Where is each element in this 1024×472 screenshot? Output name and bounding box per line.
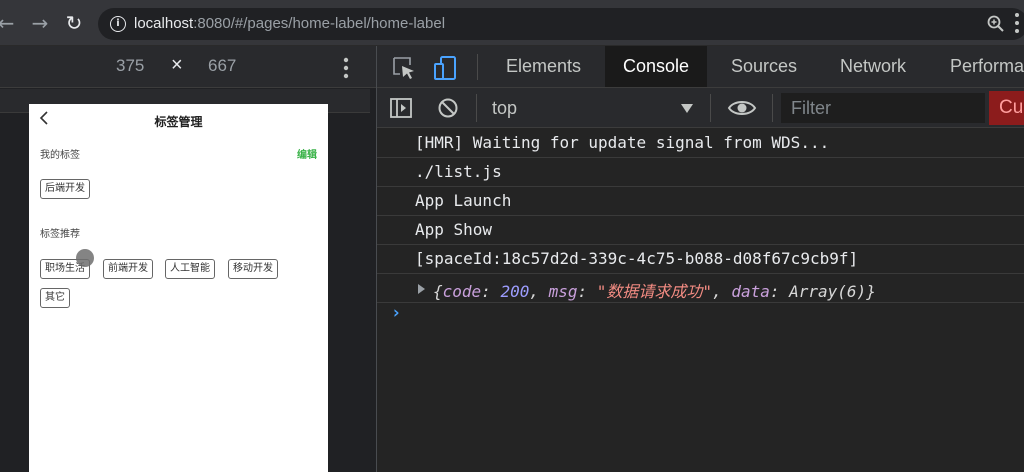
context-selector[interactable]: top — [485, 92, 705, 124]
touch-cursor-indicator — [76, 249, 94, 267]
url-path: :8080/#/pages/home-label/home-label — [193, 15, 446, 32]
tab-network[interactable]: Network — [822, 46, 924, 87]
device-height[interactable]: 667 — [208, 56, 236, 76]
reload-icon[interactable]: ↻ — [62, 11, 86, 35]
dimension-separator: × — [171, 54, 183, 76]
address-bar[interactable]: i localhost:8080/#/pages/home-label/home… — [98, 8, 1024, 40]
recommend-tag[interactable]: 其它 — [40, 288, 70, 308]
forward-arrow-icon[interactable]: → — [28, 11, 52, 35]
tab-console[interactable]: Console — [605, 46, 708, 87]
edit-button[interactable]: 编辑 — [297, 146, 317, 161]
object-key: data — [731, 282, 770, 301]
toolbar-divider — [476, 94, 477, 122]
recommend-tags-title: 标签推荐 — [40, 229, 80, 240]
devtools-panel: Elements Console Sources Network Perform… — [377, 46, 1024, 472]
context-label: top — [492, 98, 518, 118]
console-sidebar-icon[interactable] — [389, 96, 413, 120]
my-tag[interactable]: 后端开发 — [40, 179, 90, 199]
log-text: App Show — [415, 220, 493, 239]
custom-levels-button[interactable]: Cu — [989, 91, 1024, 125]
log-text: [spaceId:18c57d2d-339c-4c75-b088-d08f67c… — [415, 249, 859, 268]
filter-input[interactable] — [781, 93, 985, 123]
object-brace: } — [866, 282, 876, 301]
toolbar-divider — [477, 54, 478, 80]
url-host: localhost — [134, 15, 194, 32]
console-log-line: ./list.js — [377, 158, 1024, 187]
console-object-line[interactable]: {code: 200, msg: "数据请求成功", data: Array(6… — [377, 274, 1024, 303]
console-log-line: App Launch — [377, 187, 1024, 216]
page-title: 标签管理 — [154, 115, 203, 129]
object-value-string: "数据请求成功" — [596, 282, 713, 301]
device-toolbar: 375 × 667 — [0, 46, 376, 88]
browser-toolbar: ← → ↻ i localhost:8080/#/pages/home-labe… — [0, 0, 1024, 46]
clear-console-icon[interactable] — [436, 96, 460, 120]
info-icon[interactable]: i — [110, 16, 126, 32]
recommend-tag[interactable]: 前端开发 — [103, 259, 153, 279]
log-text: [HMR] Waiting for update signal from WDS… — [415, 133, 830, 152]
zoom-icon[interactable] — [986, 14, 1006, 34]
inspect-element-icon[interactable] — [391, 55, 417, 81]
tab-sources[interactable]: Sources — [713, 46, 815, 87]
recommend-tag[interactable]: 人工智能 — [165, 259, 215, 279]
object-key: msg — [548, 282, 578, 301]
object-value-number: 200 — [500, 282, 530, 301]
console-log-line: [HMR] Waiting for update signal from WDS… — [377, 129, 1024, 158]
device-width[interactable]: 375 — [116, 56, 144, 76]
console-log-line: App Show — [377, 216, 1024, 245]
device-more-icon[interactable] — [342, 56, 350, 80]
object-brace: { — [433, 282, 443, 301]
tab-performance[interactable]: Performa — [932, 46, 1024, 87]
toolbar-divider — [710, 94, 711, 122]
expand-triangle-icon[interactable] — [418, 284, 425, 294]
device-toggle-icon[interactable] — [433, 55, 459, 81]
back-arrow-icon[interactable]: ← — [0, 11, 18, 35]
devtools-tab-bar: Elements Console Sources Network Perform… — [377, 46, 1024, 88]
my-tags-title: 我的标签 — [40, 150, 80, 161]
console-log-line: [spaceId:18c57d2d-339c-4c75-b088-d08f67c… — [377, 245, 1024, 274]
dropdown-arrow-icon — [681, 104, 693, 113]
console-output[interactable]: [HMR] Waiting for update signal from WDS… — [377, 129, 1024, 472]
live-expression-eye-icon[interactable] — [727, 96, 757, 120]
object-key: code — [442, 282, 482, 301]
console-toolbar: top Cu — [377, 88, 1024, 128]
log-text: App Launch — [415, 191, 512, 210]
tab-elements[interactable]: Elements — [488, 46, 599, 87]
log-text: ./list.js — [415, 162, 502, 181]
toolbar-divider — [772, 94, 773, 122]
recommend-tag[interactable]: 移动开发 — [228, 259, 278, 279]
console-prompt-icon[interactable]: › — [391, 303, 401, 323]
object-value-array: Array(6) — [789, 282, 867, 301]
object-preview[interactable]: {code: 200, msg: "数据请求成功", data: Array(6… — [433, 278, 876, 302]
browser-menu-icon[interactable] — [1014, 11, 1020, 35]
url-text[interactable]: localhost:8080/#/pages/home-label/home-l… — [134, 15, 445, 32]
phone-screen: 标签管理 我的标签 编辑 后端开发 标签推荐 职场生活 前端开发 人工智能 移动… — [29, 104, 328, 472]
